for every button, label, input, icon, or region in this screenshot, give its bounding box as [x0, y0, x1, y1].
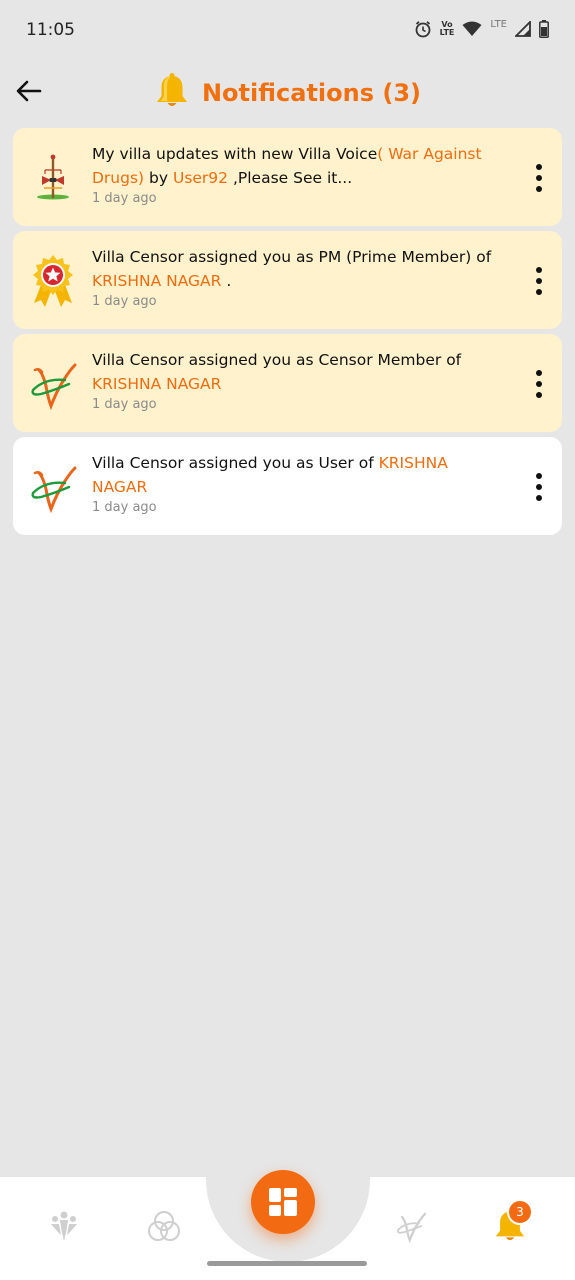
notification-item[interactable]: Villa Censor assigned you as User of KRI…: [13, 437, 562, 535]
villa-censor-logo-icon: [25, 459, 81, 515]
villa-censor-logo-icon: [25, 356, 81, 412]
notification-content: My villa updates with new Villa Voice( W…: [92, 142, 502, 208]
more-options-button[interactable]: [532, 164, 546, 192]
volte-icon: Vo LTE: [439, 20, 455, 37]
bell-icon: [154, 72, 190, 114]
notification-item[interactable]: Villa Censor assigned you as Censor Memb…: [13, 334, 562, 432]
notification-time: 1 day ago: [92, 500, 157, 515]
award-ribbon-icon: [25, 253, 81, 309]
villa-censor-logo-icon: [397, 1212, 427, 1244]
notification-content: Villa Censor assigned you as PM (Prime M…: [92, 245, 502, 311]
notification-count-badge: 3: [507, 1199, 533, 1225]
people-icon: [51, 1211, 77, 1241]
notification-item[interactable]: Villa Censor assigned you as PM (Prime M…: [13, 231, 562, 329]
nav-circles[interactable]: [146, 1208, 182, 1244]
notification-message: Villa Censor assigned you as Censor Memb…: [92, 351, 462, 393]
network-type-label: LTE: [490, 18, 507, 30]
notification-list: My villa updates with new Villa Voice( W…: [13, 128, 562, 540]
notification-time: 1 day ago: [92, 397, 157, 412]
more-options-button[interactable]: [532, 370, 546, 398]
notification-item[interactable]: My villa updates with new Villa Voice( W…: [13, 128, 562, 226]
notification-time: 1 day ago: [92, 294, 157, 309]
page-title: Notifications (3): [201, 79, 422, 107]
app-header: Notifications (3): [0, 60, 575, 122]
home-indicator[interactable]: [207, 1261, 367, 1266]
signal-icon: [515, 21, 531, 37]
more-options-button[interactable]: [532, 473, 546, 501]
village-voice-icon: [25, 150, 81, 206]
notification-time: 1 day ago: [92, 191, 157, 206]
wifi-icon: [462, 21, 482, 37]
header-title-group: Notifications (3): [0, 72, 575, 114]
notification-message: Villa Censor assigned you as User of KRI…: [92, 454, 448, 496]
nav-villa-censor[interactable]: [393, 1208, 429, 1244]
notification-message: Villa Censor assigned you as PM (Prime M…: [92, 248, 492, 290]
nav-people[interactable]: [46, 1208, 82, 1244]
status-bar: 11:05 Vo LTE LTE: [0, 0, 575, 60]
status-time: 11:05: [26, 20, 75, 40]
more-options-button[interactable]: [532, 267, 546, 295]
alarm-icon: [414, 20, 432, 38]
nav-dashboard[interactable]: [251, 1170, 315, 1234]
notification-content: Villa Censor assigned you as Censor Memb…: [92, 348, 502, 414]
circles-icon: [148, 1211, 180, 1241]
notification-content: Villa Censor assigned you as User of KRI…: [92, 451, 502, 517]
status-icons: Vo LTE LTE: [414, 18, 549, 38]
notification-message: My villa updates with new Villa Voice( W…: [92, 145, 482, 187]
battery-icon: [539, 20, 549, 38]
dashboard-icon: [269, 1188, 297, 1216]
